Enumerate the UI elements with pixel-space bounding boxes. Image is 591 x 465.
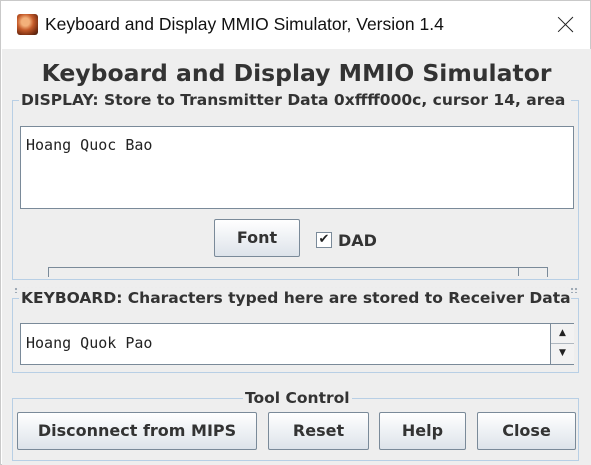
close-icon[interactable] (551, 11, 581, 39)
display-horizontal-scrollbar[interactable] (48, 267, 548, 277)
close-button[interactable]: Close (477, 412, 576, 450)
display-panel-title: DISPLAY: Store to Transmitter Data 0xfff… (19, 90, 571, 110)
display-output-area[interactable]: Hoang Quoc Bao (20, 126, 574, 209)
page-title: Keyboard and Display MMIO Simulator (41, 59, 552, 87)
dad-checkbox[interactable]: ✔ (316, 232, 332, 248)
disconnect-button[interactable]: Disconnect from MIPS (17, 412, 257, 450)
scrollbar-divider (518, 268, 519, 276)
scroll-down-icon[interactable]: ▼ (551, 344, 574, 364)
keyboard-input-text: Hoang Quok Pao (26, 334, 153, 352)
mars-planet-icon (17, 14, 38, 35)
tool-control-panel: Tool Control Disconnect from MIPS Reset … (12, 388, 579, 461)
mmio-simulator-window: Keyboard and Display MMIO Simulator, Ver… (0, 0, 591, 465)
tool-control-title: Tool Control (243, 388, 352, 408)
window-title: Keyboard and Display MMIO Simulator, Ver… (45, 14, 444, 34)
keyboard-panel-title: KEYBOARD: Characters typed here are stor… (19, 288, 571, 308)
reset-button[interactable]: Reset (268, 412, 369, 450)
display-output-text: Hoang Quoc Bao (26, 136, 153, 154)
dad-checkbox-label: DAD (338, 231, 377, 250)
font-button[interactable]: Font (214, 219, 300, 257)
keyboard-input-area[interactable]: Hoang Quok Pao ▲ ▼ (20, 323, 574, 365)
display-panel: DISPLAY: Store to Transmitter Data 0xfff… (12, 90, 579, 280)
title-bar: Keyboard and Display MMIO Simulator, Ver… (1, 1, 590, 49)
main-panel: Keyboard and Display MMIO Simulator DISP… (2, 49, 591, 465)
keyboard-vertical-scrollbar[interactable]: ▲ ▼ (550, 324, 574, 364)
help-button[interactable]: Help (379, 412, 466, 450)
keyboard-panel: KEYBOARD: Characters typed here are stor… (12, 288, 579, 373)
scroll-up-icon[interactable]: ▲ (551, 324, 574, 344)
